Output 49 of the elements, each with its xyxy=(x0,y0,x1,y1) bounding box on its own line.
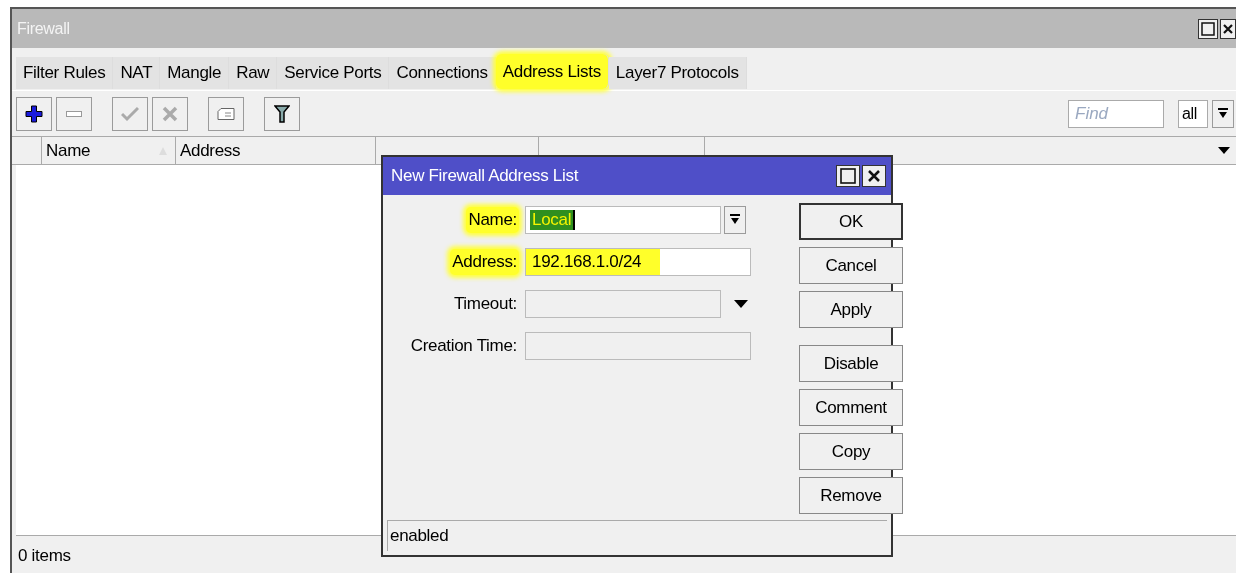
field-label: Address: xyxy=(450,249,519,275)
check-icon xyxy=(121,106,139,122)
down-arrow-icon xyxy=(730,214,740,226)
dropdown-button[interactable] xyxy=(1212,100,1234,128)
tab[interactable]: Connections xyxy=(389,57,496,89)
name-field[interactable]: Local xyxy=(525,206,721,234)
dialog-button[interactable]: Disable xyxy=(799,345,903,382)
comment-button[interactable] xyxy=(208,97,244,131)
field-label: Name: xyxy=(466,207,519,233)
add-button[interactable] xyxy=(16,97,52,131)
dialog-button[interactable]: OK xyxy=(799,203,903,240)
column-header[interactable]: Address xyxy=(176,137,376,164)
tab[interactable]: Address Lists xyxy=(495,54,609,89)
tab[interactable]: Raw xyxy=(229,57,278,89)
maximize-icon[interactable] xyxy=(836,165,860,187)
tab[interactable]: NAT xyxy=(113,57,161,89)
dialog-button[interactable]: Comment xyxy=(799,389,903,426)
filter-dropdown[interactable]: all xyxy=(1178,100,1208,128)
minus-icon xyxy=(66,110,82,118)
column-header[interactable]: Name xyxy=(42,137,176,164)
status-text: 0 items xyxy=(18,546,71,565)
note-icon xyxy=(217,107,235,121)
dialog-button[interactable]: Cancel xyxy=(799,247,903,284)
dialog-button[interactable]: Apply xyxy=(799,291,903,328)
field-label: Creation Time: xyxy=(409,335,518,357)
window-title: Firewall xyxy=(17,19,70,38)
maximize-icon[interactable] xyxy=(1198,18,1218,39)
cross-icon xyxy=(162,106,178,122)
tab[interactable]: Layer7 Protocols xyxy=(608,57,747,89)
address-field[interactable]: 192.168.1.0/24 xyxy=(525,248,751,276)
filter-button[interactable] xyxy=(264,97,300,131)
close-icon[interactable] xyxy=(1220,18,1236,39)
dialog-button[interactable]: Remove xyxy=(799,477,903,514)
tab[interactable]: Mangle xyxy=(160,57,230,89)
plus-icon xyxy=(25,105,43,123)
field-label: Timeout: xyxy=(452,293,518,315)
find-field[interactable]: Find xyxy=(1068,100,1164,128)
close-icon[interactable] xyxy=(862,165,886,187)
tab[interactable]: Filter Rules xyxy=(16,57,114,89)
dropdown-button[interactable] xyxy=(724,206,746,234)
dialog-button[interactable]: Copy xyxy=(799,433,903,470)
dropdown-icon[interactable] xyxy=(1218,146,1230,155)
funnel-icon xyxy=(274,104,290,124)
dropdown-icon[interactable] xyxy=(734,300,748,308)
timeout-field[interactable] xyxy=(525,290,721,318)
dialog-title: New Firewall Address List xyxy=(391,166,579,186)
dialog-status: enabled xyxy=(390,526,449,546)
tab[interactable]: Service Ports xyxy=(277,57,390,89)
down-arrow-icon xyxy=(1218,108,1228,120)
